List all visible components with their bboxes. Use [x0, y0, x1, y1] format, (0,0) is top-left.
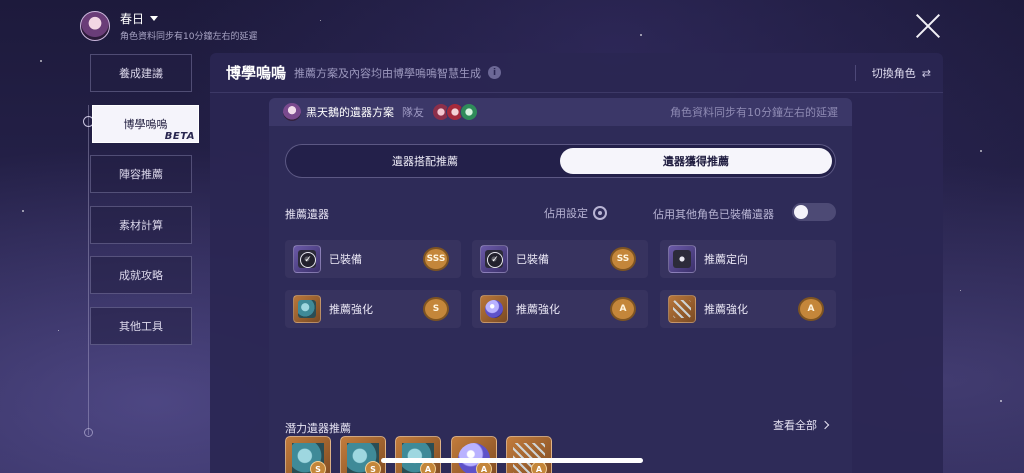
home-indicator[interactable] — [381, 458, 643, 463]
sidebar-item-team[interactable]: 陣容推薦 — [90, 155, 192, 193]
teammate-avatars — [432, 103, 478, 121]
tab-relic-matching[interactable]: 遺器搭配推薦 — [289, 148, 561, 174]
potential-relics-title: 潛力遺器推薦 — [285, 422, 351, 435]
swap-icon: ⇄ — [921, 66, 931, 80]
potential-relic[interactable]: A — [506, 436, 552, 473]
avatar — [80, 11, 110, 41]
relic-slot[interactable]: ✓ 已裝備 SSS — [285, 240, 461, 278]
relic-slot-label: 已裝備 — [516, 253, 549, 266]
sidebar-item-label: 成就攻略 — [119, 269, 163, 282]
star — [22, 210, 24, 212]
grade-badge: A — [800, 299, 822, 319]
info-icon[interactable]: i — [488, 66, 502, 79]
sidebar-item-label: 博學嗚嗚 — [123, 117, 168, 131]
occupy-toggle[interactable] — [792, 203, 836, 221]
page-title: 博學嗚嗚 — [226, 64, 287, 82]
chevron-right-icon — [820, 420, 830, 430]
potential-relic[interactable]: S — [285, 436, 331, 473]
relic-slot[interactable]: 推薦強化 S — [285, 290, 461, 328]
tab-bar: 遺器搭配推薦 遺器獲得推薦 — [285, 144, 836, 178]
occupy-toggle-label: 佔用其他角色已裝備遺器 — [653, 208, 774, 221]
potential-relic[interactable]: A — [451, 436, 497, 473]
star — [1000, 400, 1002, 402]
switch-character-label: 切換角色 — [871, 67, 916, 80]
star — [960, 290, 961, 291]
team-label: 隊友 — [402, 106, 424, 119]
page-subtitle: 推薦方案及內容均由博學嗚嗚智慧生成 — [294, 66, 482, 80]
toggle-knob — [794, 205, 808, 219]
occupy-settings-label: 佔用設定 — [544, 207, 588, 220]
sidebar-item-label: 陣容推薦 — [119, 168, 163, 181]
relic-hands-icon: ✓ — [480, 245, 508, 273]
star — [980, 150, 982, 152]
relic-slot-label: 推薦強化 — [704, 303, 748, 316]
sidebar-item-label: 其他工具 — [119, 319, 163, 333]
grade-badge: S — [310, 461, 326, 473]
sidebar-item-cultivation[interactable]: 養成建議 — [90, 54, 192, 92]
relic-slot-label: 推薦強化 — [329, 303, 373, 316]
check-icon: ✓ — [300, 252, 316, 268]
teammate-avatar — [460, 103, 478, 121]
relic-rope-icon — [668, 295, 696, 323]
grade-badge: SSS — [425, 249, 447, 269]
caret-down-icon — [150, 16, 159, 21]
relic-feet-icon — [293, 295, 321, 323]
star — [640, 34, 642, 36]
relic-slot[interactable]: 推薦強化 A — [660, 290, 836, 328]
check-icon: ✓ — [487, 252, 503, 268]
sidebar-nav: 養成建議 博學嗚嗚 BETA 陣容推薦 素材計算 成就攻略 其他工具 — [90, 54, 199, 357]
switch-character-button[interactable]: 切換角色 ⇄ — [854, 65, 931, 81]
relic-body-icon — [668, 245, 696, 273]
tab-relic-acquisition[interactable]: 遺器獲得推薦 — [560, 148, 832, 174]
relic-slot-label: 已裝備 — [329, 253, 362, 266]
sidebar-item-label: 素材計算 — [119, 218, 163, 232]
rail-end-dot — [84, 428, 93, 437]
card-sync-note: 角色資料同步有10分鐘左右的延遲 — [670, 106, 838, 119]
close-icon[interactable] — [914, 12, 942, 40]
sync-note: 角色資料同步有10分鐘左右的延遲 — [120, 32, 258, 42]
star — [40, 60, 42, 62]
beta-badge: BETA — [164, 130, 195, 142]
view-all-link[interactable]: 查看全部 — [773, 417, 830, 433]
sidebar-item-materials[interactable]: 素材計算 — [90, 205, 192, 244]
sidebar-item-label: 養成建議 — [119, 67, 163, 80]
user-switcher[interactable]: 春日 角色資料同步有10分鐘左右的延遲 — [80, 10, 257, 42]
recommended-relics-title: 推薦遺器 — [285, 208, 329, 221]
star — [320, 20, 321, 21]
main-panel: 博學嗚嗚 推薦方案及內容均由博學嗚嗚智慧生成 i 切換角色 ⇄ 黑天鵝的遺器方案… — [210, 53, 943, 473]
relic-head-icon: ✓ — [293, 245, 321, 273]
card-header: 黑天鵝的遺器方案 隊友 角色資料同步有10分鐘左右的延遲 — [269, 98, 852, 126]
relic-sphere-icon — [480, 295, 508, 323]
sidebar-item-tools[interactable]: 其他工具 — [90, 306, 192, 345]
grade-badge: S — [365, 461, 381, 473]
grade-badge: SS — [612, 249, 634, 269]
sidebar-item-scholar[interactable]: 博學嗚嗚 BETA — [92, 104, 199, 143]
potential-relic[interactable]: S — [340, 436, 386, 473]
character-icon — [283, 103, 301, 121]
scheme-title: 黑天鵝的遺器方案 — [306, 106, 394, 119]
panel-header: 博學嗚嗚 推薦方案及內容均由博學嗚嗚智慧生成 i 切換角色 ⇄ — [210, 53, 943, 93]
grade-badge: A — [612, 299, 634, 319]
relic-slot-label: 推薦定向 — [704, 253, 748, 266]
sidebar-item-achievements[interactable]: 成就攻略 — [90, 256, 192, 294]
star — [58, 330, 59, 331]
sidebar-rail — [88, 105, 89, 435]
potential-relic[interactable]: A — [395, 436, 441, 473]
relic-slot[interactable]: 推薦強化 A — [472, 290, 648, 328]
occupy-settings-button[interactable]: 佔用設定 — [544, 205, 607, 221]
gear-icon — [593, 206, 607, 220]
grade-badge: S — [425, 299, 447, 319]
user-name: 春日 — [120, 12, 145, 26]
relic-slot[interactable]: ✓ 已裝備 SS — [472, 240, 648, 278]
relic-scheme-card: 黑天鵝的遺器方案 隊友 角色資料同步有10分鐘左右的延遲 遺器搭配推薦 遺器獲得… — [269, 98, 852, 473]
view-all-label: 查看全部 — [773, 419, 817, 432]
relic-slot-label: 推薦強化 — [516, 303, 560, 316]
relic-slot[interactable]: 推薦定向 — [660, 240, 836, 278]
